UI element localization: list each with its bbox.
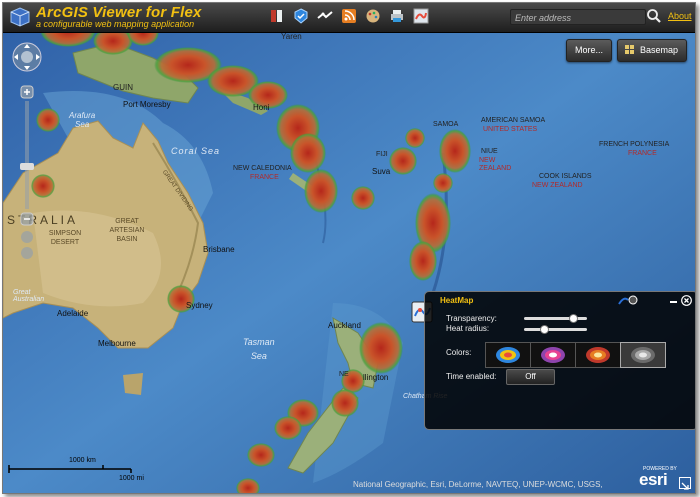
app-header: ArcGIS Viewer for Flex a configurable we…	[3, 3, 695, 33]
color-swatch-fire[interactable]	[575, 342, 621, 368]
label-wellington: llington	[363, 373, 389, 382]
label-french-polynesia-country: FRANCE	[628, 150, 657, 157]
zoom-slider[interactable]	[20, 101, 34, 209]
minimize-icon[interactable]	[670, 301, 677, 303]
label-great-australian-bight: Great Australian	[13, 289, 45, 303]
label-french-polynesia: FRENCH POLYNESIA	[599, 141, 670, 148]
legend-icon[interactable]	[293, 8, 309, 24]
app-subtitle: a configurable web mapping application	[36, 19, 195, 29]
label-american-samoa-country: UNITED STATES	[483, 126, 538, 133]
print-icon[interactable]	[389, 8, 405, 24]
theme-icon[interactable]	[365, 8, 381, 24]
label-american-samoa: AMERICAN SAMOA	[481, 117, 546, 124]
colors-label: Colors:	[446, 348, 472, 357]
label-arafura-sea: Arafura Sea	[69, 111, 96, 129]
label-adelaide: Adelaide	[57, 309, 89, 318]
heatmap-icon[interactable]	[413, 8, 429, 24]
label-simpson-desert: SIMPSON DESERT	[48, 230, 82, 246]
esri-logo[interactable]: POWERED BY esri	[639, 466, 677, 490]
heat-radius-thumb[interactable]	[540, 325, 549, 334]
resize-corner-icon[interactable]	[679, 477, 691, 490]
label-tasman-sea: Tasman Sea	[243, 337, 275, 361]
label-coral-sea: Coral Sea	[171, 146, 221, 156]
app-frame: Yaren GUIN Port Moresby Honi Arafura Sea…	[2, 2, 696, 494]
heat-radius-slider[interactable]	[524, 325, 587, 334]
basemap-button[interactable]: Basemap	[617, 39, 687, 62]
basemap-icon	[625, 45, 634, 54]
map-navigation	[11, 41, 43, 271]
label-new-caledonia: NEW CALEDONIA	[233, 165, 292, 172]
label-honiara: Honi	[253, 103, 270, 112]
label-suva: Suva	[372, 167, 391, 176]
heat-radius-label: Heat radius:	[446, 324, 490, 333]
label-sydney: Sydney	[186, 301, 213, 310]
color-swatch-classic[interactable]	[485, 342, 531, 368]
label-new-caledonia-country: FRANCE	[250, 174, 279, 181]
basemap-label: Basemap	[640, 45, 679, 55]
label-cook-islands: COOK ISLANDS	[539, 173, 592, 180]
scale-km-label: 1000 km	[69, 457, 96, 464]
map-attribution: National Geographic, Esri, DeLorme, NAVT…	[353, 480, 603, 489]
label-new-zealand: NE	[339, 371, 349, 378]
time-enabled-label: Time enabled:	[446, 372, 497, 381]
search-icon[interactable]	[646, 8, 662, 24]
pan-control[interactable]	[13, 43, 41, 71]
label-auckland: Auckland	[328, 321, 361, 330]
label-niue: NIUE	[481, 148, 498, 155]
rss-icon[interactable]	[341, 8, 357, 24]
more-button[interactable]: More...	[566, 39, 612, 62]
previous-extent-button[interactable]	[21, 231, 33, 243]
zoom-in-button[interactable]	[21, 86, 33, 98]
esri-brand: esri	[639, 470, 668, 489]
label-brisbane: Brisbane	[203, 245, 235, 254]
label-yaren: Yaren	[281, 32, 302, 41]
label-niue-country: NEW ZEALAND	[479, 157, 512, 172]
search-input[interactable]: Enter address	[510, 9, 646, 25]
label-great-artesian-basin: GREAT ARTESIAN BASIN	[109, 218, 145, 243]
color-swatch-grayscale[interactable]	[620, 342, 666, 368]
color-swatch-magenta[interactable]	[530, 342, 576, 368]
transparency-label: Transparency:	[446, 314, 497, 323]
about-link[interactable]: About	[668, 11, 692, 21]
transparency-slider[interactable]	[524, 314, 587, 323]
label-melbourne: Melbourne	[98, 339, 136, 348]
layer-list-icon[interactable]	[269, 8, 285, 24]
transparency-thumb[interactable]	[569, 314, 578, 323]
zoom-out-button[interactable]	[21, 213, 33, 225]
full-extent-button[interactable]	[21, 247, 33, 259]
label-fiji: FIJI	[376, 151, 388, 158]
time-enabled-toggle[interactable]: Off	[506, 369, 555, 385]
close-icon[interactable]	[681, 295, 692, 306]
label-cook-islands-country: NEW ZEALAND	[532, 182, 583, 189]
label-guinea: GUIN	[113, 83, 133, 92]
draw-icon[interactable]	[317, 8, 333, 24]
label-samoa: SAMOA	[433, 121, 459, 128]
panel-title: HeatMap	[440, 296, 474, 305]
scale-mi-label: 1000 mi	[119, 475, 144, 482]
panel-header-icon	[618, 295, 638, 305]
app-logo-icon	[10, 7, 30, 27]
label-port-moresby: Port Moresby	[123, 100, 171, 109]
